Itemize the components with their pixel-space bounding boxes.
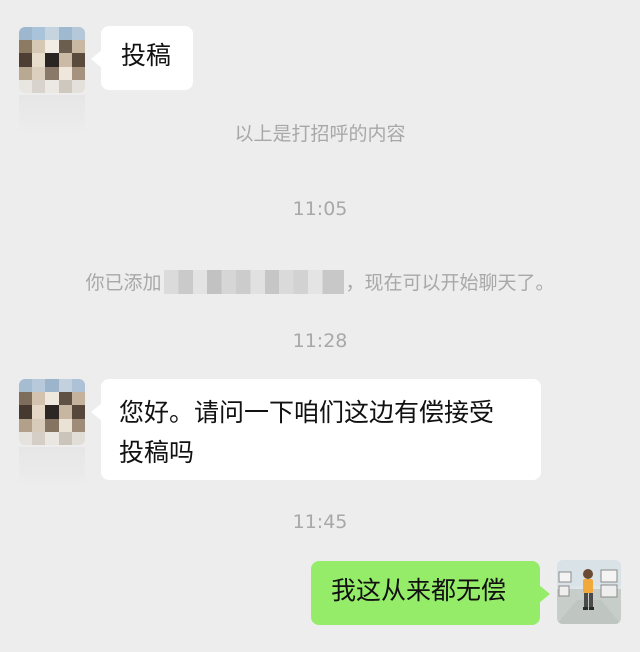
contact-avatar-icon[interactable]: [19, 379, 85, 445]
incoming-message-bubble[interactable]: 您好。请问一下咱们这边有偿接受 投稿吗: [91, 379, 541, 480]
system-note: 以上是打招呼的内容: [234, 123, 406, 145]
friend-added-notice: 你已添加 ，现在可以开始聊天了。: [0, 268, 640, 295]
notice-prefix: 你已添加: [85, 272, 162, 294]
timestamp: 11:45: [292, 511, 348, 533]
user-avatar-icon[interactable]: [557, 560, 621, 624]
avatar-illustration: [557, 560, 621, 624]
avatar-shadow: [19, 447, 85, 487]
blurred-contact-name: [163, 270, 344, 294]
message-text-line: 您好。请问一下咱们这边有偿接受: [119, 398, 495, 427]
notice-suffix: ，现在可以开始聊天了。: [345, 272, 555, 294]
message-text: 投稿: [121, 41, 172, 70]
timestamp: 11:28: [292, 330, 348, 352]
incoming-message-bubble[interactable]: 投稿: [91, 26, 193, 90]
message-text-line: 投稿吗: [119, 438, 195, 467]
contact-avatar-icon[interactable]: [19, 27, 85, 93]
outgoing-message-bubble[interactable]: 我这从来都无偿: [311, 561, 550, 625]
message-text: 我这从来都无偿: [331, 576, 507, 605]
timestamp: 11:05: [292, 198, 348, 220]
